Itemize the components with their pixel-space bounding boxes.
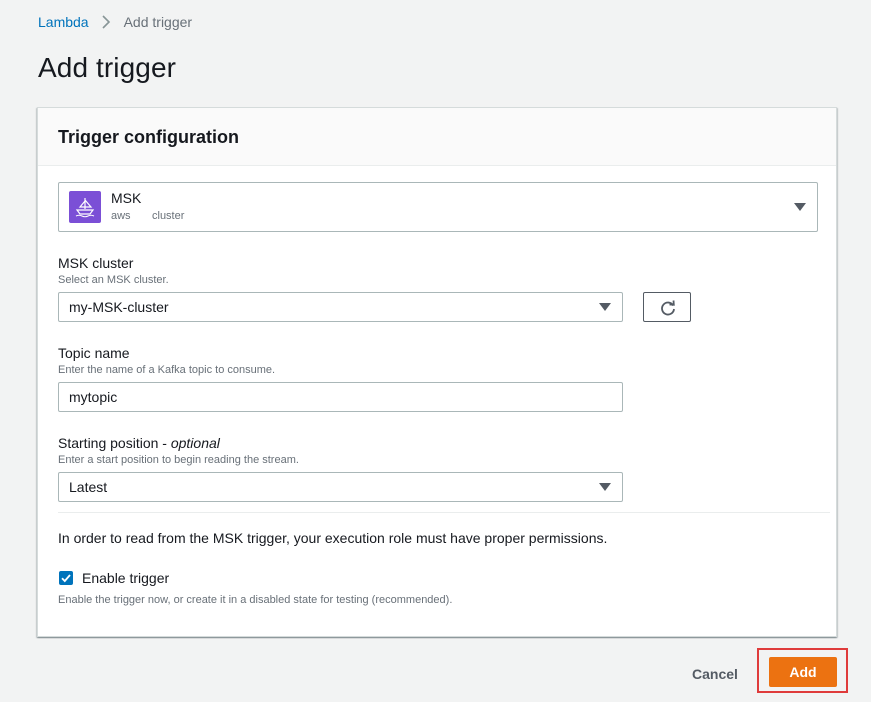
enable-trigger-label[interactable]: Enable trigger [82,570,169,586]
breadcrumb-current: Add trigger [123,14,193,30]
caret-down-icon [794,203,806,211]
checkmark-icon [61,574,71,583]
breadcrumb: Lambda Add trigger [38,13,192,31]
starting-position-label: Starting position - optional [58,435,220,451]
enable-trigger-checkbox[interactable] [59,571,73,585]
msk-cluster-label: MSK cluster [58,255,134,271]
starting-position-select[interactable]: Latest [58,472,623,502]
chevron-right-icon [102,15,110,29]
trigger-source-tag-cluster: cluster [152,210,185,222]
topic-name-description: Enter the name of a Kafka topic to consu… [58,364,276,376]
starting-position-label-text: Starting position - [58,435,171,451]
starting-position-description: Enter a start position to begin reading … [58,454,299,466]
panel-title: Trigger configuration [58,127,240,147]
msk-cluster-value: my-MSK-cluster [69,299,169,315]
trigger-source-name: MSK [111,190,142,206]
panel-header: Trigger configuration [38,108,836,166]
trigger-source-select[interactable]: MSK aws cluster [58,182,818,232]
cancel-button[interactable]: Cancel [682,662,748,686]
starting-position-value: Latest [69,479,108,495]
msk-cluster-select[interactable]: my-MSK-cluster [58,292,623,322]
breadcrumb-lambda-link[interactable]: Lambda [38,14,89,30]
trigger-configuration-panel: Trigger configuration MSK aws cluster MS… [37,107,837,637]
trigger-source-tag-aws: aws [111,210,131,222]
msk-icon [69,191,101,223]
caret-down-icon [599,483,611,491]
msk-cluster-description: Select an MSK cluster. [58,274,169,286]
refresh-button[interactable] [643,292,691,322]
permission-note: In order to read from the MSK trigger, y… [58,530,608,546]
refresh-icon [661,300,675,316]
optional-tag: optional [170,435,220,451]
caret-down-icon [599,303,611,311]
divider [58,512,830,513]
topic-name-input[interactable] [58,382,623,412]
topic-name-label: Topic name [58,345,130,361]
enable-trigger-description: Enable the trigger now, or create it in … [58,594,453,606]
add-button[interactable]: Add [769,657,837,687]
page-title: Add trigger [38,52,177,83]
